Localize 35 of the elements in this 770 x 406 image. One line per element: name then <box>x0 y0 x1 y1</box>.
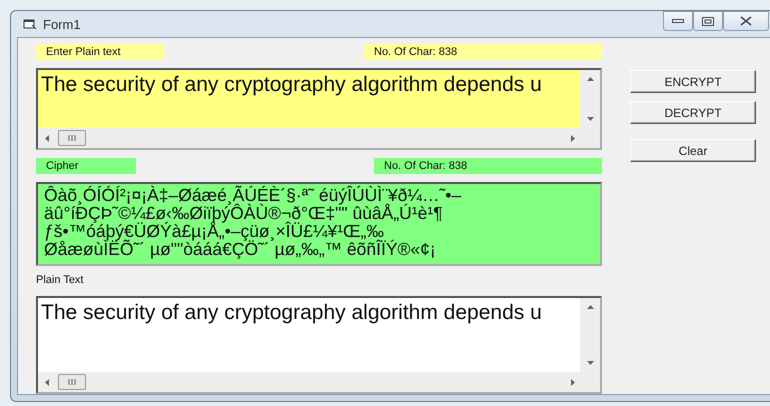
scroll-right-icon[interactable] <box>570 378 576 386</box>
scroll-thumb[interactable] <box>58 374 86 390</box>
plain-text-input[interactable]: The security of any cryptography algorithm depends u <box>36 68 602 150</box>
scroll-down-icon[interactable] <box>586 116 594 122</box>
maximize-icon <box>702 16 714 26</box>
action-button[interactable]: Clear <box>630 139 756 162</box>
cipher-label: Cipher <box>36 158 136 174</box>
scroll-right-icon[interactable] <box>570 134 576 142</box>
minimize-button[interactable] <box>663 11 693 31</box>
close-icon <box>740 16 752 26</box>
cipher-text-field[interactable]: Ôàõ¸ÓÍÓÍ²¡¤¡À‡–Øáæé¸ÃÚÉÈ´§·ª˜ éüýÎÚÙÌ¨¥ð¼…˜•– äû°íÐÇÞ˜©¼£ø‹‰ØiïþýÔÀÙ®¬ð°Œ‡"" ûùâÅ„Ú¹è¹¶ ƒš•™óáþý€ÜØÝà£µ¡Å„•–çüø¸×ÎÜ£¼¥¹Œ„‰ ØåæøùÌËÕ˜´ µø""òááá€ÇÖ˜´ µø„‰„™ êõñÎÏÝ®«¢¡ <box>36 182 602 266</box>
vertical-scrollbar[interactable] <box>580 298 600 372</box>
vertical-scrollbar[interactable] <box>580 70 600 128</box>
plain-text-label: Plain Text <box>36 274 84 286</box>
char-count-label: No. Of Char: 838 <box>374 158 602 174</box>
close-button[interactable] <box>723 11 769 31</box>
form-icon <box>23 18 37 30</box>
horizontal-scrollbar[interactable] <box>38 372 600 392</box>
plain-text-label: Enter Plain text <box>36 44 164 60</box>
scroll-thumb[interactable] <box>58 130 86 146</box>
scroll-left-icon[interactable] <box>44 378 50 386</box>
char-count-label: No. Of Char: 838 <box>364 44 602 60</box>
horizontal-scrollbar[interactable] <box>38 128 600 148</box>
scroll-up-icon[interactable] <box>586 304 594 310</box>
maximize-button[interactable] <box>693 11 723 31</box>
scroll-down-icon[interactable] <box>586 360 594 366</box>
grip-icon <box>67 379 77 385</box>
window-title: Form1 <box>43 16 81 32</box>
minimize-icon <box>672 19 684 23</box>
scroll-up-icon[interactable] <box>586 76 594 82</box>
plain-text-output[interactable]: The security of any cryptography algorithm depends u <box>36 296 602 394</box>
scroll-left-icon[interactable] <box>44 134 50 142</box>
action-button[interactable]: ENCRYPT <box>630 70 756 93</box>
action-button[interactable]: DECRYPT <box>630 101 756 124</box>
grip-icon <box>67 135 77 141</box>
